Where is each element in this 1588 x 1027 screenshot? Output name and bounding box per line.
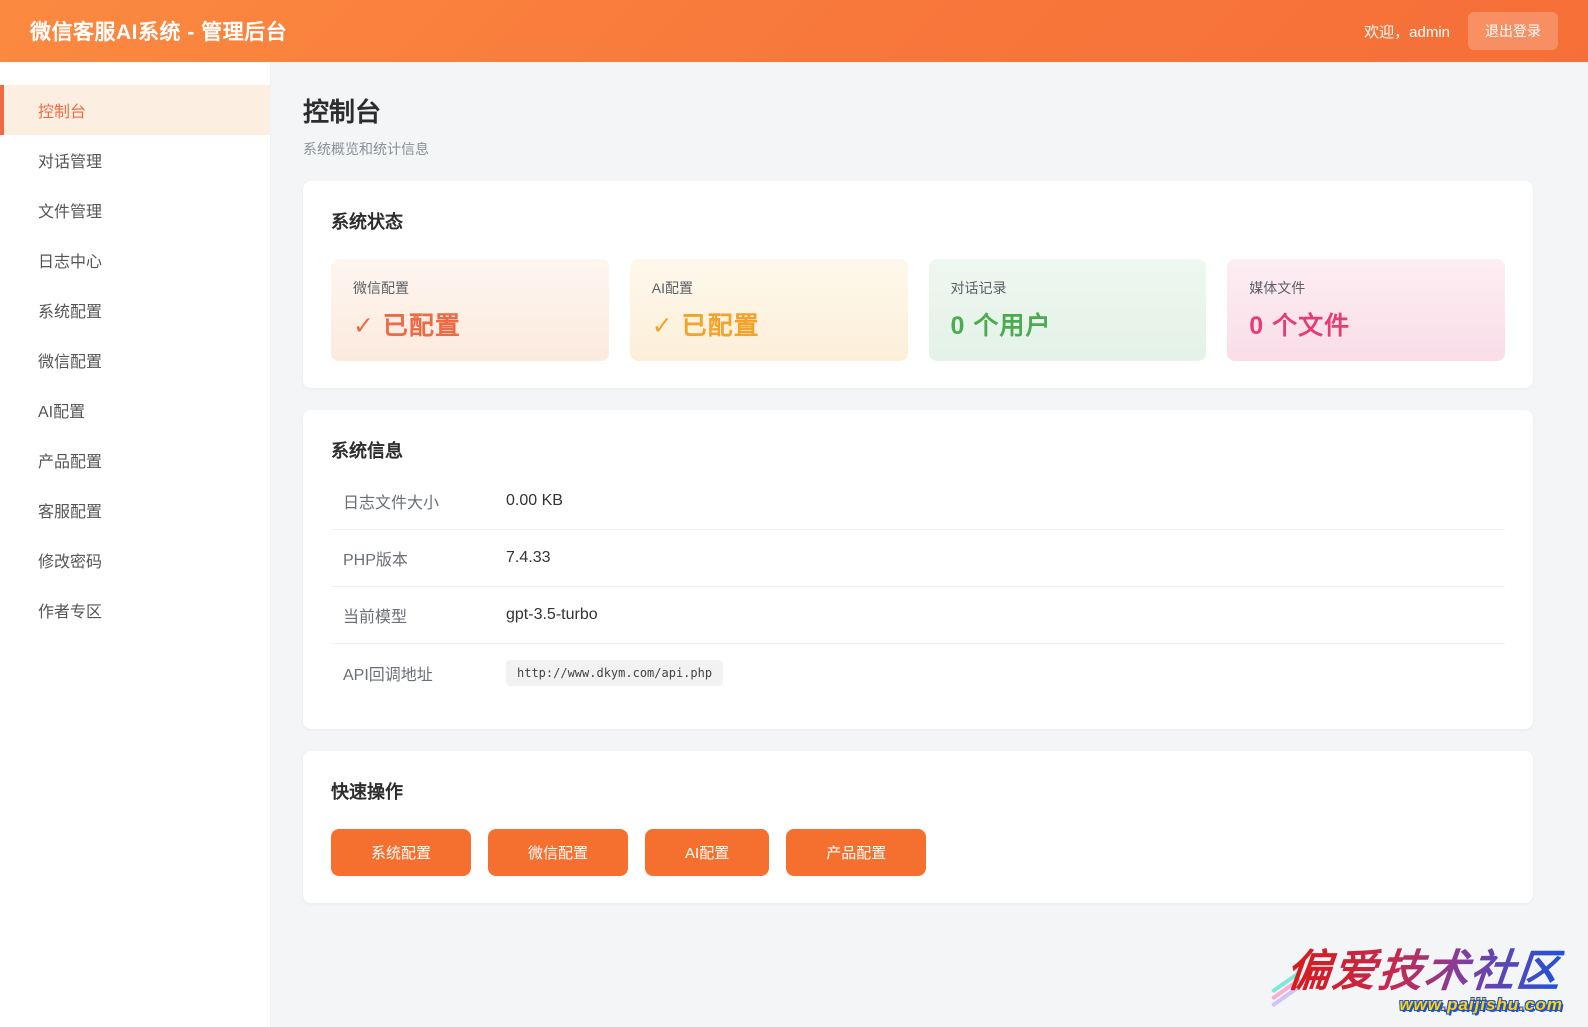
info-row-api-callback: API回调地址 http://www.dkym.com/api.php [331,644,1505,702]
quick-action-ai-config[interactable]: AI配置 [645,829,769,876]
sidebar-item-ai-config[interactable]: AI配置 [0,385,270,435]
main-content: 控制台 系统概览和统计信息 系统状态 微信配置 ✓ 已配置 AI配置 ✓ 已配置… [271,62,1588,1027]
system-info-title: 系统信息 [331,437,1505,463]
status-tiles: 微信配置 ✓ 已配置 AI配置 ✓ 已配置 对话记录 0 个用户 媒体文件 0 … [331,259,1505,361]
info-value: gpt-3.5-turbo [506,606,598,624]
quick-action-system-config[interactable]: 系统配置 [331,829,471,876]
sidebar-item-product-config[interactable]: 产品配置 [0,435,270,485]
app-title: 微信客服AI系统 - 管理后台 [30,16,287,46]
status-tile-conversations: 对话记录 0 个用户 [929,259,1207,361]
status-tile-wechat: 微信配置 ✓ 已配置 [331,259,609,361]
page-subtitle: 系统概览和统计信息 [303,139,1533,159]
sidebar-item-author-zone[interactable]: 作者专区 [0,585,270,635]
sidebar-item-files[interactable]: 文件管理 [0,185,270,235]
header-right: 欢迎，admin 退出登录 [1364,12,1558,50]
watermark-logo: 偏爱技术社区 www.paijishu.com [1287,935,1563,1015]
tile-label: 对话记录 [951,278,1185,298]
info-rows: 日志文件大小 0.00 KB PHP版本 7.4.33 当前模型 gpt-3.5… [331,473,1505,702]
sidebar-item-change-password[interactable]: 修改密码 [0,535,270,585]
app-header: 微信客服AI系统 - 管理后台 欢迎，admin 退出登录 [0,0,1588,62]
sidebar-item-service-config[interactable]: 客服配置 [0,485,270,535]
system-info-card: 系统信息 日志文件大小 0.00 KB PHP版本 7.4.33 当前模型 gp… [303,410,1533,729]
quick-actions-card: 快速操作 系统配置 微信配置 AI配置 产品配置 [303,751,1533,903]
info-value: 7.4.33 [506,549,550,567]
quick-actions-buttons: 系统配置 微信配置 AI配置 产品配置 [331,829,1505,876]
logout-button[interactable]: 退出登录 [1468,12,1558,50]
tile-value: 0 个文件 [1249,306,1483,342]
tile-label: 微信配置 [353,278,587,298]
welcome-text: 欢迎，admin [1364,21,1450,42]
decoration-strokes-icon [1269,977,1303,1001]
info-row-php-version: PHP版本 7.4.33 [331,530,1505,587]
sidebar-item-conversations[interactable]: 对话管理 [0,135,270,185]
sidebar-item-logs[interactable]: 日志中心 [0,235,270,285]
sidebar-item-system-config[interactable]: 系统配置 [0,285,270,335]
info-label: API回调地址 [343,661,506,685]
tile-value: ✓ 已配置 [353,306,587,342]
tile-label: AI配置 [652,278,886,298]
tile-value: ✓ 已配置 [652,306,886,342]
info-label: PHP版本 [343,546,506,570]
sidebar-nav: 控制台 对话管理 文件管理 日志中心 系统配置 微信配置 AI配置 产品配置 客… [0,62,271,1027]
info-label: 日志文件大小 [343,489,506,513]
system-status-title: 系统状态 [331,208,1505,234]
page-title: 控制台 [303,92,1533,129]
info-value: 0.00 KB [506,492,563,510]
system-status-card: 系统状态 微信配置 ✓ 已配置 AI配置 ✓ 已配置 对话记录 0 个用户 媒体… [303,181,1533,388]
api-callback-url: http://www.dkym.com/api.php [506,660,723,686]
watermark-text: 偏爱技术社区 [1284,935,1567,999]
status-tile-ai: AI配置 ✓ 已配置 [630,259,908,361]
info-row-current-model: 当前模型 gpt-3.5-turbo [331,587,1505,644]
tile-value: 0 个用户 [951,306,1185,342]
sidebar-item-dashboard[interactable]: 控制台 [0,85,270,135]
quick-action-wechat-config[interactable]: 微信配置 [488,829,628,876]
watermark-url: www.paijishu.com [1287,995,1563,1015]
layout: 控制台 对话管理 文件管理 日志中心 系统配置 微信配置 AI配置 产品配置 客… [0,62,1588,1027]
info-row-log-size: 日志文件大小 0.00 KB [331,473,1505,530]
status-tile-media: 媒体文件 0 个文件 [1227,259,1505,361]
info-label: 当前模型 [343,603,506,627]
tile-label: 媒体文件 [1249,278,1483,298]
sidebar-item-wechat-config[interactable]: 微信配置 [0,335,270,385]
quick-action-product-config[interactable]: 产品配置 [786,829,926,876]
quick-actions-title: 快速操作 [331,778,1505,804]
